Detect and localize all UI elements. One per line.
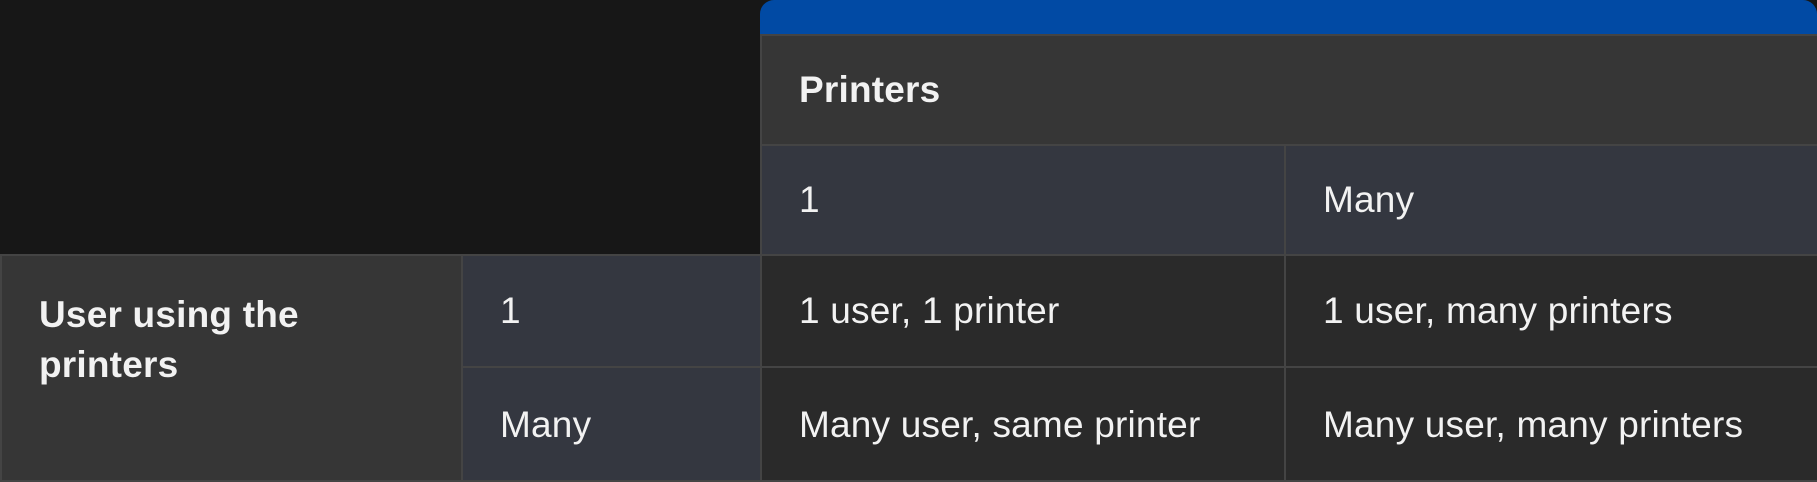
header-accent-bar xyxy=(760,0,1817,36)
table-cell: Many user, many printers xyxy=(1286,368,1817,482)
row-group-header: User using the printers xyxy=(2,256,461,482)
row-label-many: Many xyxy=(463,368,760,482)
column-group-header: Printers xyxy=(762,36,1817,144)
column-subheader-1: 1 xyxy=(762,146,1284,254)
matrix-table: Printers 1 Many User using the printers … xyxy=(0,0,1817,482)
table-cell: 1 user, many printers xyxy=(1286,256,1817,366)
column-subheader-many: Many xyxy=(1286,146,1817,254)
row-label-1: 1 xyxy=(463,256,760,366)
table-cell: 1 user, 1 printer xyxy=(762,256,1284,366)
table-cell: Many user, same printer xyxy=(762,368,1284,482)
